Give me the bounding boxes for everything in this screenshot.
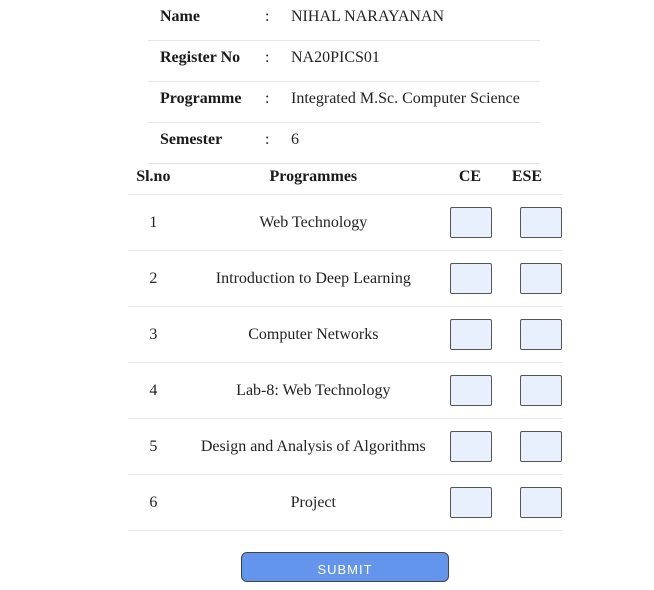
separator-colon: : [265, 90, 270, 107]
ese-cell [491, 418, 562, 475]
ese-input[interactable] [519, 207, 562, 238]
programme-value: Integrated M.Sc. Computer Science [291, 90, 520, 107]
row-slno: 1 [128, 194, 179, 251]
ese-cell [491, 194, 562, 251]
header-slno: Sl.no [128, 160, 179, 195]
ese-cell [491, 306, 562, 363]
separator-colon: : [265, 131, 270, 148]
info-row-name: Name : NIHAL NARAYANAN [148, 0, 540, 41]
table-row: 4 Lab-8: Web Technology [128, 362, 562, 419]
semester-label: Semester [160, 131, 223, 148]
register-no-value: NA20PICS01 [291, 49, 380, 66]
separator-colon: : [265, 49, 270, 66]
ese-cell [491, 250, 562, 307]
row-programme: Project [178, 474, 448, 531]
student-info: Name : NIHAL NARAYANAN Register No : NA2… [148, 0, 540, 164]
table-row: 5 Design and Analysis of Algorithms [128, 418, 562, 475]
header-ese: ESE [491, 160, 562, 195]
ce-cell [447, 194, 492, 251]
info-row-programme: Programme : Integrated M.Sc. Computer Sc… [148, 82, 540, 123]
submit-button[interactable]: SUBMIT [241, 552, 449, 582]
row-programme: Web Technology [178, 194, 448, 251]
name-value: NIHAL NARAYANAN [291, 8, 445, 25]
ce-input[interactable] [449, 263, 492, 294]
ese-cell [491, 474, 562, 531]
row-slno: 2 [128, 250, 179, 307]
row-slno: 4 [128, 362, 179, 419]
ce-cell [447, 306, 492, 363]
programme-label: Programme [160, 90, 242, 107]
ese-input[interactable] [519, 263, 562, 294]
ese-input[interactable] [519, 319, 562, 350]
row-programme: Design and Analysis of Algorithms [178, 418, 448, 475]
table-row: 6 Project [128, 474, 562, 531]
header-programmes: Programmes [178, 160, 448, 195]
ce-input[interactable] [449, 487, 492, 518]
ese-cell [491, 362, 562, 419]
separator-colon: : [265, 8, 270, 25]
register-no-label: Register No [160, 49, 241, 66]
info-row-register-no: Register No : NA20PICS01 [148, 41, 540, 82]
row-slno: 3 [128, 306, 179, 363]
row-slno: 5 [128, 418, 179, 475]
ce-input[interactable] [449, 319, 492, 350]
semester-value: 6 [291, 131, 299, 148]
header-ce: CE [447, 160, 492, 195]
ce-cell [447, 362, 492, 419]
row-programme: Computer Networks [178, 306, 448, 363]
table-row: 3 Computer Networks [128, 306, 562, 363]
name-label: Name [160, 8, 200, 25]
table-header-row: Sl.no Programmes CE ESE [128, 160, 562, 195]
ce-input[interactable] [449, 207, 492, 238]
row-programme: Lab-8: Web Technology [178, 362, 448, 419]
ese-input[interactable] [519, 375, 562, 406]
ce-cell [447, 474, 492, 531]
ce-cell [447, 250, 492, 307]
info-row-semester: Semester : 6 [148, 123, 540, 164]
ce-input[interactable] [449, 431, 492, 462]
table-row: 1 Web Technology [128, 194, 562, 251]
ese-input[interactable] [519, 431, 562, 462]
table-row: 2 Introduction to Deep Learning [128, 250, 562, 307]
ese-input[interactable] [519, 487, 562, 518]
row-slno: 6 [128, 474, 179, 531]
ce-input[interactable] [449, 375, 492, 406]
marks-table: Sl.no Programmes CE ESE 1 Web Technology… [128, 160, 562, 531]
row-programme: Introduction to Deep Learning [178, 250, 448, 307]
ce-cell [447, 418, 492, 475]
